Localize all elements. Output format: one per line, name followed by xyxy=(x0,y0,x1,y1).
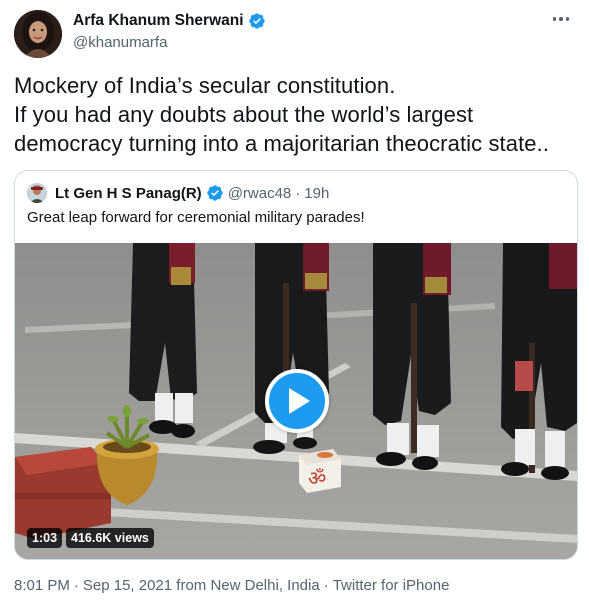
video-badges: 1:03 416.6K views xyxy=(27,528,154,548)
tweet-date-location[interactable]: Sep 15, 2021 from New Delhi, India xyxy=(83,577,320,594)
author-name[interactable]: Arfa Khanum Sherwani xyxy=(73,12,244,30)
separator-dot: · xyxy=(73,577,79,594)
author-name-row: Arfa Khanum Sherwani xyxy=(73,12,266,30)
video-views: 416.6K views xyxy=(66,528,154,548)
more-options-icon[interactable] xyxy=(549,13,574,25)
video-duration: 1:03 xyxy=(27,528,63,548)
quoted-author-name: Lt Gen H S Panag(R) xyxy=(55,184,202,202)
tweet-text-line: Mockery of India’s secular constitution. xyxy=(14,73,396,98)
quoted-tweet-text: Great leap forward for ceremonial milita… xyxy=(27,209,365,226)
tweet: Arfa Khanum Sherwani @khanumarfa Mockery… xyxy=(0,0,589,601)
author-handle[interactable]: @khanumarfa xyxy=(73,34,167,51)
tweet-text-line: democracy turning into a majoritarian th… xyxy=(14,131,550,156)
verified-badge-icon xyxy=(206,184,224,202)
separator-dot: · xyxy=(323,577,329,594)
play-button[interactable] xyxy=(265,369,329,433)
tweet-text-line: If you had any doubts about the world’s … xyxy=(14,102,474,127)
tweet-source[interactable]: Twitter for iPhone xyxy=(333,577,450,594)
quoted-author-handle: @rwac48 xyxy=(227,184,292,202)
author-avatar[interactable] xyxy=(14,10,62,58)
verified-badge-icon xyxy=(248,12,266,30)
tweet-time[interactable]: 8:01 PM xyxy=(14,577,70,594)
quoted-tweet[interactable]: Lt Gen H S Panag(R) @rwac48 · 19h Great … xyxy=(14,170,578,560)
quoted-tweet-header: Lt Gen H S Panag(R) @rwac48 · 19h xyxy=(27,183,329,203)
svg-text:ॐ: ॐ xyxy=(308,466,326,490)
tweet-text: Mockery of India’s secular constitution.… xyxy=(14,71,584,158)
tweet-metadata: 8:01 PM · Sep 15, 2021 from New Delhi, I… xyxy=(14,577,449,594)
quoted-timestamp: 19h xyxy=(304,184,330,202)
video-player[interactable]: ॐ 1:03 416.6K views xyxy=(15,243,577,559)
quoted-author-avatar xyxy=(27,183,47,203)
separator-dot: · xyxy=(295,184,301,202)
play-icon xyxy=(289,388,310,414)
